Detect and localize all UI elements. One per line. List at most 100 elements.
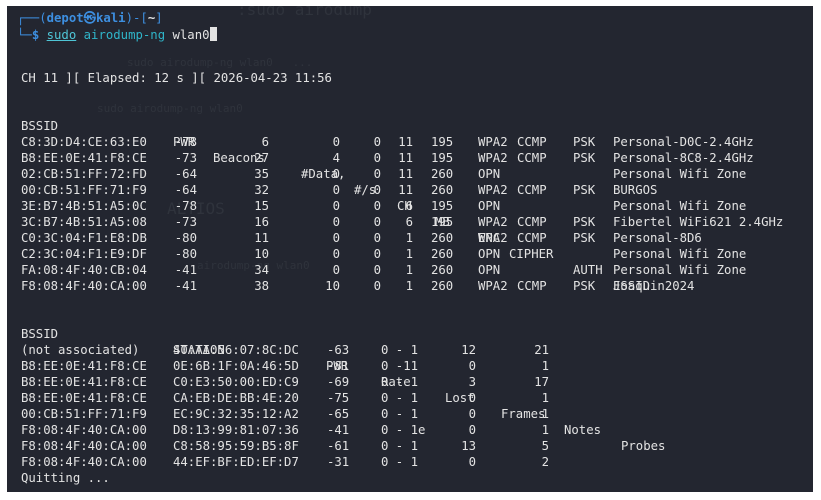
ap-cell-cipher: CCMP xyxy=(517,135,547,149)
sta-cell-pwr: -75 xyxy=(327,391,350,405)
ap-cell-mb: 195 xyxy=(431,199,454,213)
prompt-corner: └─ xyxy=(17,28,32,42)
ap-cell-auth: PSK xyxy=(573,215,596,229)
sta-cell-station: EC:9C:32:35:12:A2 xyxy=(173,407,299,421)
sta-cell-frames: 2 xyxy=(541,455,549,469)
ap-table-row: C2:3C:04:F1:E9:DF -80 10 0 0 1 260 OPN Personal … xyxy=(7,246,813,262)
ap-cell-essid: Personal Wifi Zone xyxy=(613,247,747,261)
sta-cell-bssid: B8:EE:0E:41:F8:CE xyxy=(21,391,147,405)
ap-cell-mb: 260 xyxy=(431,247,454,261)
prompt-bracket: ┌──( xyxy=(17,11,47,25)
ap-cell-mb: 195 xyxy=(431,151,454,165)
terminal-window[interactable]: :sudo airodump sudo airodump-ng wlan0 ..… xyxy=(7,6,813,492)
prompt-bracket: ] xyxy=(155,11,163,25)
sta-table-row: (not associated) 40:AA:56:07:8C:DC -63 0 - … xyxy=(7,342,813,358)
ap-cell-data: 0 xyxy=(332,231,340,245)
ap-cell-ch: 1 xyxy=(405,279,413,293)
ap-cell-per-sec: 0 xyxy=(373,263,381,277)
ap-cell-data: 4 xyxy=(332,151,340,165)
ap-cell-cipher: CCMP xyxy=(517,183,547,197)
prompt-user: depot xyxy=(46,11,84,25)
ap-col-bssid: BSSID xyxy=(21,119,59,133)
sta-cell-frames: 1 xyxy=(541,391,549,405)
ap-cell-bssid: FA:08:4F:40:CB:04 xyxy=(21,263,147,277)
sta-cell-lost: 13 xyxy=(461,439,476,453)
sta-cell-frames: 1 xyxy=(541,359,549,373)
ap-cell-beacons: 10 xyxy=(254,247,269,261)
ap-cell-enc: OPN xyxy=(478,167,501,181)
ap-cell-beacons: 6 xyxy=(261,135,269,149)
command-line[interactable]: └─$ sudo airodump-ng wlan0 xyxy=(17,27,217,43)
ap-cell-per-sec: 0 xyxy=(373,151,381,165)
sta-cell-pwr: -61 xyxy=(327,439,350,453)
ap-cell-data: 10 xyxy=(325,279,340,293)
ap-cell-ch: 11 xyxy=(398,151,413,165)
ap-cell-per-sec: 0 xyxy=(373,247,381,261)
ap-cell-enc: OPN xyxy=(478,263,501,277)
ap-cell-cipher: CCMP xyxy=(517,231,547,245)
ap-cell-auth: PSK xyxy=(573,231,596,245)
sta-cell-rate: 0 - 1 xyxy=(381,375,419,389)
ap-cell-per-sec: 0 xyxy=(373,199,381,213)
sta-cell-bssid: B8:EE:0E:41:F8:CE xyxy=(21,375,147,389)
sta-cell-pwr: -63 xyxy=(327,343,350,357)
ap-cell-data: 0 xyxy=(332,183,340,197)
ap-cell-mb: 195 xyxy=(431,215,454,229)
sta-cell-rate: 0 -11 xyxy=(381,359,419,373)
ap-cell-ch: 1 xyxy=(405,263,413,277)
sta-cell-bssid: B8:EE:0E:41:F8:CE xyxy=(21,359,147,373)
sta-cell-lost: 0 xyxy=(468,391,476,405)
ap-cell-ch: 6 xyxy=(405,199,413,213)
sta-cell-rate: 0 - 1 xyxy=(381,391,419,405)
sta-cell-lost: 0 xyxy=(468,455,476,469)
sta-cell-bssid: F8:08:4F:40:CA:00 xyxy=(21,439,147,453)
ap-cell-auth: PSK xyxy=(573,279,596,293)
ap-table-row: 02:CB:51:FF:72:FD -64 35 0 0 11 260 OPN Personal… xyxy=(7,166,813,182)
ap-table-row: 3C:B7:4B:51:A5:08 -73 16 0 0 6 195 WPA2 CCMP PSK F… xyxy=(7,214,813,230)
text-cursor xyxy=(209,27,217,41)
ap-cell-beacons: 11 xyxy=(254,231,269,245)
ap-cell-ch: 11 xyxy=(398,135,413,149)
sta-cell-pwr: -41 xyxy=(327,423,350,437)
sta-table-row: F8:08:4F:40:CA:00 C8:58:95:59:B5:8F -61 0 -… xyxy=(7,438,813,454)
ap-cell-bssid: C8:3D:D4:CE:63:E0 xyxy=(21,135,147,149)
ap-cell-cipher: CCMP xyxy=(517,215,547,229)
sta-table-row: F8:08:4F:40:CA:00 44:EF:BF:ED:EF:D7 -31 0 -… xyxy=(7,454,813,470)
prompt-line: ┌──(depot㉿kali)-[~] xyxy=(17,10,163,26)
ap-cell-per-sec: 0 xyxy=(373,215,381,229)
sta-cell-rate: 0 - 1 xyxy=(381,343,419,357)
ap-cell-bssid: 00:CB:51:FF:71:F9 xyxy=(21,183,147,197)
sta-cell-station: 0E:6B:1F:0A:46:5D xyxy=(173,359,299,373)
ap-cell-enc: WPA2 xyxy=(478,183,508,197)
sta-cell-bssid: F8:08:4F:40:CA:00 xyxy=(21,423,147,437)
ap-cell-ch: 6 xyxy=(405,215,413,229)
ap-cell-beacons: 16 xyxy=(254,215,269,229)
command-argument: wlan0 xyxy=(172,28,210,42)
sta-table-row: B8:EE:0E:41:F8:CE CA:EB:DE:BB:4E:20 -75 0 -… xyxy=(7,390,813,406)
sta-cell-lost: 0 xyxy=(468,423,476,437)
ap-cell-data: 0 xyxy=(332,263,340,277)
sta-cell-station: C8:58:95:59:B5:8F xyxy=(173,439,299,453)
sta-cell-pwr: -65 xyxy=(327,407,350,421)
ap-cell-bssid: 3E:B7:4B:51:A5:0C xyxy=(21,199,147,213)
ap-cell-per-sec: 0 xyxy=(373,167,381,181)
sta-table-row: B8:EE:0E:41:F8:CE C0:E3:50:00:ED:C9 -69 0 -… xyxy=(7,374,813,390)
command-sudo: sudo xyxy=(46,28,77,42)
ap-cell-bssid: 02:CB:51:FF:72:FD xyxy=(21,167,147,181)
ap-cell-beacons: 34 xyxy=(254,263,269,277)
ap-table-row: F8:08:4F:40:CA:00 -41 38 10 0 1 260 WPA2 CCMP PSK… xyxy=(7,278,813,294)
sta-cell-pwr: -31 xyxy=(327,455,350,469)
sta-cell-lost: 3 xyxy=(468,375,476,389)
ap-cell-per-sec: 0 xyxy=(373,279,381,293)
ap-cell-essid: Personal-D0C-2.4GHz xyxy=(613,135,754,149)
sta-cell-lost: 12 xyxy=(461,343,476,357)
ap-cell-data: 0 xyxy=(332,247,340,261)
ap-cell-pwr: -41 xyxy=(174,279,197,293)
ap-cell-enc: WPA2 xyxy=(478,151,508,165)
sta-cell-frames: 5 xyxy=(541,439,549,453)
sta-cell-station: 44:EF:BF:ED:EF:D7 xyxy=(173,455,299,469)
ap-cell-essid: Personal Wifi Zone xyxy=(613,263,747,277)
ap-cell-per-sec: 0 xyxy=(373,231,381,245)
ap-cell-enc: WPA2 xyxy=(478,231,508,245)
ap-cell-ch: 1 xyxy=(405,231,413,245)
